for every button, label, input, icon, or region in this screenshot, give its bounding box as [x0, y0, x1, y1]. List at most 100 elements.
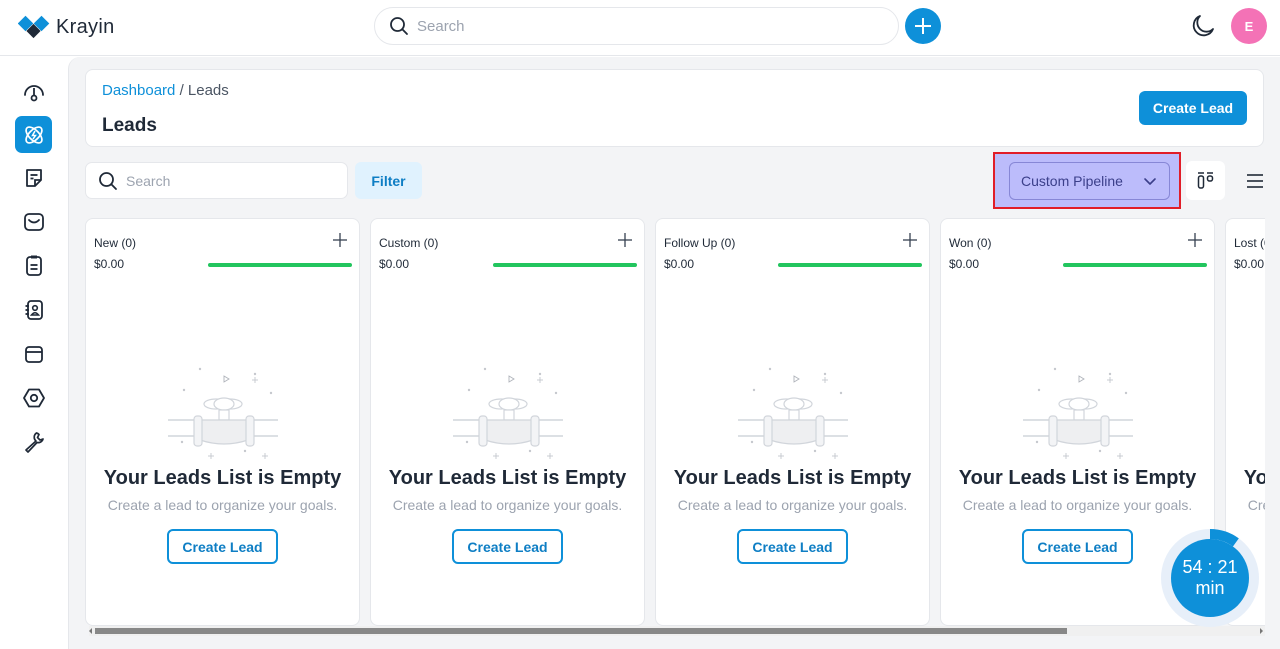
board-horizontal-scrollbar[interactable] [89, 626, 1265, 636]
sidebar-item-leads[interactable] [15, 116, 52, 153]
mail-icon [23, 212, 44, 231]
clipboard-icon [25, 255, 42, 276]
stage-amount: $0.00 [949, 257, 980, 271]
empty-pipe-valve-illustration [738, 367, 848, 459]
sidebar-item-products[interactable] [15, 335, 52, 372]
stage-name: Lost (0) [1234, 236, 1265, 250]
wrench-icon [24, 431, 44, 453]
timer-face: 54 : 21 min [1171, 539, 1249, 617]
stage-progress-bar [493, 263, 637, 267]
plus-icon [618, 233, 632, 247]
scrollbar-thumb[interactable] [95, 628, 1067, 634]
timer-unit: min [1195, 578, 1225, 598]
pipeline-highlight-box: Custom Pipeline [993, 152, 1181, 209]
leads-atom-icon [24, 125, 43, 144]
add-lead-to-stage-button[interactable] [618, 233, 632, 252]
empty-state-title: Your Leads List is Empty [1243, 467, 1265, 489]
global-search-input[interactable]: Search [374, 7, 899, 45]
empty-state-title: Your Leads List is Empty [673, 467, 912, 489]
stage-progress-bar [778, 263, 922, 267]
stage-progress-bar [1063, 263, 1207, 267]
empty-pipe-valve-illustration [453, 367, 563, 459]
settings-hex-icon [22, 388, 45, 407]
quotes-note-icon [25, 168, 42, 187]
top-bar: Krayin Search E [0, 0, 1280, 56]
empty-state-create-lead-button[interactable]: Create Lead [452, 529, 563, 564]
add-lead-to-stage-button[interactable] [333, 233, 347, 252]
pipeline-selected-value: Custom Pipeline [1021, 173, 1123, 189]
create-lead-button[interactable]: Create Lead [1139, 91, 1247, 125]
empty-state-create-lead-button[interactable]: Create Lead [1022, 529, 1133, 564]
krayin-logo-icon [18, 15, 50, 39]
empty-state-create-lead-button[interactable]: Create Lead [167, 529, 278, 564]
breadcrumb: Dashboard / Leads [102, 82, 229, 99]
stage-name: Won (0) [949, 236, 992, 250]
pipeline-stage-column: New (0) $0.00 Your Leads List is Empty C… [85, 218, 360, 626]
scroll-left-arrow-icon[interactable] [89, 628, 92, 634]
empty-state-subtitle: Create a lead to organize your goals. [107, 497, 338, 513]
sidebar-item-configuration[interactable] [15, 423, 52, 460]
empty-state-subtitle: Create a lead to organize your goals. [962, 497, 1193, 513]
dashboard-gauge-icon [23, 84, 44, 101]
stage-name: Follow Up (0) [664, 236, 736, 250]
sidebar-item-activities[interactable] [15, 247, 52, 284]
breadcrumb-dashboard-link[interactable]: Dashboard [102, 82, 175, 99]
session-timer[interactable]: 54 : 21 min [1161, 529, 1259, 627]
plus-icon [333, 233, 347, 247]
moon-icon [1192, 15, 1214, 37]
sidebar [0, 57, 68, 649]
search-icon [99, 171, 117, 190]
sidebar-item-contacts[interactable] [15, 291, 52, 328]
add-lead-to-stage-button[interactable] [1188, 233, 1202, 252]
sidebar-item-quotes[interactable] [15, 159, 52, 196]
breadcrumb-separator: / [179, 82, 184, 99]
empty-state-create-lead-button[interactable]: Create Lead [737, 529, 848, 564]
stage-name: Custom (0) [379, 236, 439, 250]
scroll-right-arrow-icon[interactable] [1260, 628, 1263, 634]
kanban-view-icon [1197, 171, 1213, 189]
stage-progress-bar [208, 263, 352, 267]
dark-mode-toggle[interactable] [1190, 13, 1216, 44]
empty-state-title: Your Leads List is Empty [388, 467, 627, 489]
kanban-view-button[interactable] [1186, 161, 1225, 200]
stage-amount: $0.00 [379, 257, 410, 271]
list-view-button[interactable] [1235, 161, 1274, 200]
pipeline-stage-column: Follow Up (0) $0.00 Your Leads List is E… [655, 218, 930, 626]
empty-state-subtitle: Create a lead to organize your goals. [392, 497, 623, 513]
user-avatar[interactable]: E [1231, 8, 1267, 44]
stage-amount: $0.00 [94, 257, 125, 271]
logo[interactable]: Krayin [18, 14, 115, 40]
leads-search-input[interactable]: Search [85, 162, 348, 199]
empty-state-subtitle: Create a lead to organize your goals. [677, 497, 908, 513]
main-content: Dashboard / Leads Leads Create Lead Sear… [68, 57, 1280, 649]
hamburger-list-icon [1246, 173, 1263, 188]
global-search-placeholder: Search [417, 17, 465, 35]
stage-amount: $0.00 [664, 257, 695, 271]
empty-pipe-valve-illustration [1023, 367, 1133, 459]
timer-time: 54 : 21 [1182, 557, 1238, 577]
contacts-book-icon [25, 299, 43, 320]
plus-icon [1188, 233, 1202, 247]
page-header: Dashboard / Leads Leads Create Lead [85, 69, 1264, 147]
empty-state-subtitle: Create a lead to organize your goals. [1247, 497, 1265, 513]
kanban-board: New (0) $0.00 Your Leads List is Empty C… [85, 218, 1265, 626]
leads-search-placeholder: Search [126, 172, 171, 189]
pipeline-select[interactable]: Custom Pipeline [1009, 162, 1170, 200]
search-icon [390, 17, 408, 35]
stage-name: New (0) [94, 236, 137, 250]
sidebar-item-settings[interactable] [15, 379, 52, 416]
empty-state-title: Your Leads List is Empty [958, 467, 1197, 489]
empty-pipe-valve-illustration [168, 367, 278, 459]
sidebar-item-dashboard[interactable] [15, 73, 52, 110]
pipeline-stage-column: Custom (0) $0.00 Your Leads List is Empt… [370, 218, 645, 626]
sidebar-item-mail[interactable] [15, 203, 52, 240]
add-lead-to-stage-button[interactable] [903, 233, 917, 252]
stage-amount: $0.00 [1234, 257, 1265, 271]
page-title: Leads [102, 115, 157, 136]
app-name: Krayin [56, 15, 115, 38]
empty-state-title: Your Leads List is Empty [103, 467, 342, 489]
breadcrumb-current: Leads [187, 82, 229, 99]
filter-button[interactable]: Filter [355, 162, 422, 199]
plus-icon [903, 233, 917, 247]
quick-create-button[interactable] [905, 8, 941, 44]
